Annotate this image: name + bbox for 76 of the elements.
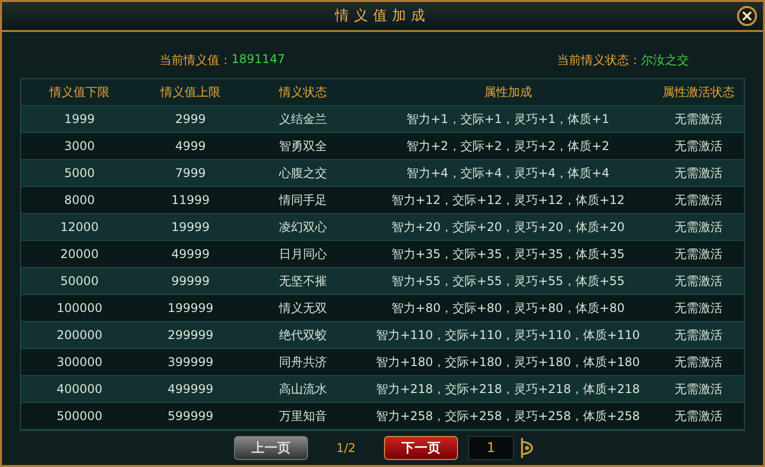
table-cell-text: 11999 (170, 193, 211, 207)
table-cell-text: 49999 (170, 247, 211, 261)
table-cell-text: 智力+80，交际+80，灵巧+80，体质+80 (390, 300, 626, 316)
table-cell-text: 8000 (63, 193, 96, 207)
table-cell-text: 19999 (170, 220, 211, 234)
page-indicator: 1/2 (335, 441, 357, 455)
column-header: 属性激活状态 (662, 84, 736, 100)
table-cell-text: 300000 (56, 355, 104, 369)
table-cell-text: 情同手足 (278, 192, 328, 208)
column-header: 属性加成 (483, 84, 533, 100)
table-cell-text: 智力+180，交际+180，灵巧+180，体质+180 (375, 354, 641, 370)
table-cell-text: 智力+258，交际+258，灵巧+258，体质+258 (375, 408, 641, 424)
table-cell-text: 高山流水 (278, 380, 328, 398)
table-cell-text: 智力+35，交际+35，灵巧+35，体质+35 (390, 246, 626, 262)
table-cell-text: 智力+12，交际+12，灵巧+12，体质+12 (390, 192, 626, 208)
table-cell-text: 20000 (59, 247, 100, 261)
table-cell-text: 4999 (174, 139, 207, 153)
window-title: 情义值加成 (335, 7, 430, 25)
column-header: 情义状态 (278, 84, 328, 100)
table-cell-text: 500000 (56, 409, 104, 423)
column-header: 情义值下限 (48, 84, 110, 100)
info-label: 当前情义值： (160, 52, 232, 68)
close-button[interactable] (737, 6, 757, 26)
column-header: 情义值上限 (159, 84, 222, 100)
ornament-icon (520, 436, 534, 460)
table-cell-text: 绝代双蛟 (278, 326, 328, 344)
table-cell-text: 情义无双 (278, 300, 328, 316)
table-cell-text: 100000 (56, 301, 104, 315)
next-page-button[interactable]: 下一页 (384, 436, 458, 460)
table-cell-text: 日月同心 (278, 246, 328, 262)
table-cell-text: 凌幻双心 (278, 218, 328, 236)
table-cell-text: 299999 (166, 328, 214, 342)
info-value: 尔汝之交 (640, 52, 689, 68)
info-value: 1891147 (232, 52, 285, 68)
table-cell-text: 199999 (166, 301, 214, 315)
table-cell-text: 智力+4，交际+4，灵巧+4，体质+4 (406, 164, 610, 182)
table-cell-text: 399999 (166, 355, 214, 369)
table-cell-text: 400000 (56, 382, 104, 396)
table-cell-text: 3000 (63, 139, 96, 153)
table-cell-text: 智勇双全 (278, 138, 328, 154)
info-label: 当前情义状态： (556, 52, 641, 68)
table-cell-text: 无需激活 (674, 110, 724, 128)
table-cell-text: 99999 (170, 274, 211, 288)
table-cell-text: 599999 (166, 409, 214, 423)
table-cell-text: 智力+110，交际+110，灵巧+110，体质+110 (375, 326, 641, 344)
table-cell-text: 无需激活 (674, 354, 724, 370)
table-cell-text: 1999 (63, 112, 96, 126)
table-cell-text: 智力+20，交际+20，灵巧+20，体质+20 (390, 218, 626, 236)
table-cell-text: 心腹之交 (278, 164, 328, 182)
table-cell-text: 7999 (174, 166, 207, 180)
table-cell-text: 无需激活 (674, 164, 724, 182)
table-cell-text: 智力+218，交际+218，灵巧+218，体质+218 (375, 380, 641, 398)
table-cell-text: 无需激活 (674, 272, 724, 290)
table-cell-text: 无需激活 (674, 408, 724, 424)
table-cell-text: 无需激活 (674, 326, 724, 344)
page-input-field[interactable]: 1 (468, 436, 514, 460)
close-icon (740, 9, 754, 23)
table-cell-text: 无需激活 (674, 300, 724, 316)
table-cell-text: 智力+55，交际+55，灵巧+55，体质+55 (390, 272, 626, 290)
table-cell-text: 无需激活 (674, 246, 724, 262)
table-cell-text: 无需激活 (674, 192, 724, 208)
table-cell-text: 无需激活 (674, 218, 724, 236)
table-cell-text: 万里知音 (278, 408, 328, 424)
table-cell-text: 无坚不摧 (278, 272, 328, 290)
table-cell-text: 50000 (59, 274, 100, 288)
table-cell-text: 499999 (166, 382, 214, 396)
table-cell-text: 智力+1，交际+1，灵巧+1，体质+1 (406, 110, 610, 128)
table-cell-text: 义结金兰 (278, 110, 328, 128)
table-cell-text: 无需激活 (674, 380, 724, 398)
table-cell-text: 12000 (59, 220, 100, 234)
table-cell-text: 200000 (56, 328, 104, 342)
table-cell-text: 无需激活 (674, 138, 724, 154)
table-cell-text: 智力+2，交际+2，灵巧+2，体质+2 (406, 138, 610, 154)
table-cell-text: 同舟共济 (278, 354, 328, 370)
table-cell-text: 5000 (63, 166, 96, 180)
table-cell-text: 2999 (174, 112, 207, 126)
